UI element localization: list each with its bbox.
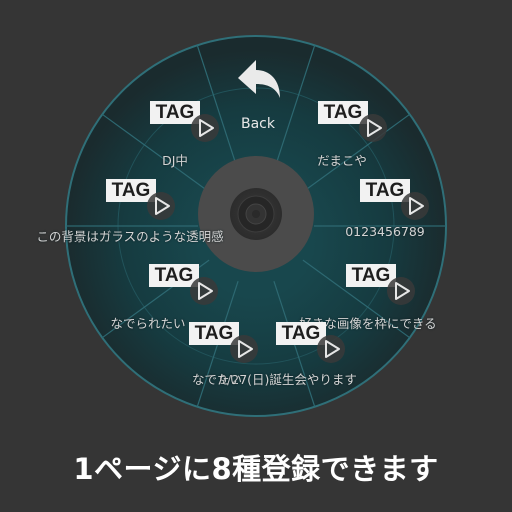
back-label: Back (241, 116, 275, 132)
play-icon (401, 192, 429, 220)
play-icon (387, 277, 415, 305)
page-caption: 1ページに8種登録できます (73, 452, 439, 486)
play-icon (191, 114, 219, 142)
play-icon (190, 277, 218, 305)
back-button[interactable]: Back (226, 56, 290, 136)
tag-label: なでたい (191, 372, 243, 387)
play-icon (359, 114, 387, 142)
camera-lens-icon (230, 188, 282, 240)
curved-back-arrow-icon (238, 60, 280, 98)
tag-label: だまこや (317, 153, 367, 168)
tag-label: なでられたい (110, 316, 186, 331)
tag-item-8[interactable]: TAG DJ中 (0, 0, 219, 168)
play-icon (317, 335, 345, 363)
play-icon (147, 192, 175, 220)
tag-label: この背景はガラスのような透明感 (36, 229, 224, 244)
tag-label: 0123456789 (345, 224, 425, 239)
play-icon (230, 335, 258, 363)
tag-label: DJ中 (162, 153, 188, 168)
